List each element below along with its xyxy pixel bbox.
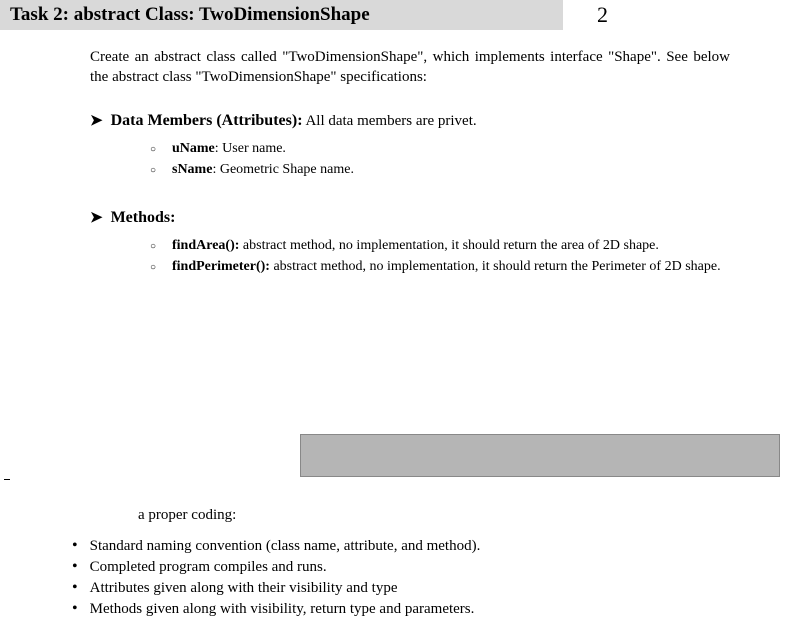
task-title: Task 2: abstract Class: TwoDimensionShap… bbox=[0, 0, 563, 30]
attribute-desc: : User name. bbox=[215, 141, 286, 156]
data-members-section: ➤ Data Members (Attributes): All data me… bbox=[90, 111, 760, 180]
dot-bullet-icon: • bbox=[72, 557, 78, 576]
data-members-title: Data Members (Attributes): bbox=[111, 112, 303, 129]
list-item: ○ uName: User name. bbox=[150, 140, 760, 159]
gray-rectangle bbox=[300, 434, 780, 477]
data-members-subtitle: All data members are privet. bbox=[303, 113, 477, 129]
data-members-heading: ➤ Data Members (Attributes): All data me… bbox=[90, 111, 760, 130]
dot-bullet-icon: • bbox=[72, 536, 78, 555]
intro-paragraph: Create an abstract class called "TwoDime… bbox=[90, 48, 730, 87]
method-name: findPerimeter(): bbox=[172, 259, 270, 274]
methods-heading: ➤ Methods: bbox=[90, 208, 760, 227]
list-item: ○ findArea(): abstract method, no implem… bbox=[150, 237, 760, 256]
footer-point-text: Standard naming convention (class name, … bbox=[90, 536, 481, 557]
method-desc: abstract method, no implementation, it s… bbox=[239, 238, 659, 253]
list-item: • Methods given along with visibility, r… bbox=[72, 599, 770, 620]
circle-bullet-icon: ○ bbox=[150, 143, 162, 157]
footer-point-text: Methods given along with visibility, ret… bbox=[90, 599, 475, 620]
method-desc: abstract method, no implementation, it s… bbox=[270, 259, 721, 274]
page-number: 2 bbox=[597, 2, 608, 28]
method-name: findArea(): bbox=[172, 238, 239, 253]
list-item: • Standard naming convention (class name… bbox=[72, 536, 770, 557]
attribute-name: uName bbox=[172, 141, 215, 156]
circle-bullet-icon: ○ bbox=[150, 261, 162, 275]
footer-list: • Standard naming convention (class name… bbox=[72, 536, 770, 620]
methods-title: Methods: bbox=[111, 209, 176, 227]
circle-bullet-icon: ○ bbox=[150, 164, 162, 178]
arrow-icon: ➤ bbox=[90, 111, 103, 130]
circle-bullet-icon: ○ bbox=[150, 240, 162, 254]
list-item: ○ sName: Geometric Shape name. bbox=[150, 161, 760, 180]
proper-coding-label: a proper coding: bbox=[138, 507, 236, 524]
methods-section: ➤ Methods: ○ findArea(): abstract method… bbox=[90, 208, 760, 277]
footer-point-text: Attributes given along with their visibi… bbox=[90, 578, 398, 599]
list-item: ○ findPerimeter(): abstract method, no i… bbox=[150, 258, 760, 277]
list-item: • Attributes given along with their visi… bbox=[72, 578, 770, 599]
attribute-desc: : Geometric Shape name. bbox=[212, 162, 354, 177]
header-row: Task 2: abstract Class: TwoDimensionShap… bbox=[0, 0, 790, 30]
left-border-mark bbox=[4, 430, 10, 480]
footer-point-text: Completed program compiles and runs. bbox=[90, 557, 327, 578]
attribute-name: sName bbox=[172, 162, 212, 177]
data-members-list: ○ uName: User name. ○ sName: Geometric S… bbox=[150, 140, 760, 180]
dot-bullet-icon: • bbox=[72, 578, 78, 597]
list-item: • Completed program compiles and runs. bbox=[72, 557, 770, 578]
dot-bullet-icon: • bbox=[72, 599, 78, 618]
methods-list: ○ findArea(): abstract method, no implem… bbox=[150, 237, 760, 277]
arrow-icon: ➤ bbox=[90, 208, 103, 227]
